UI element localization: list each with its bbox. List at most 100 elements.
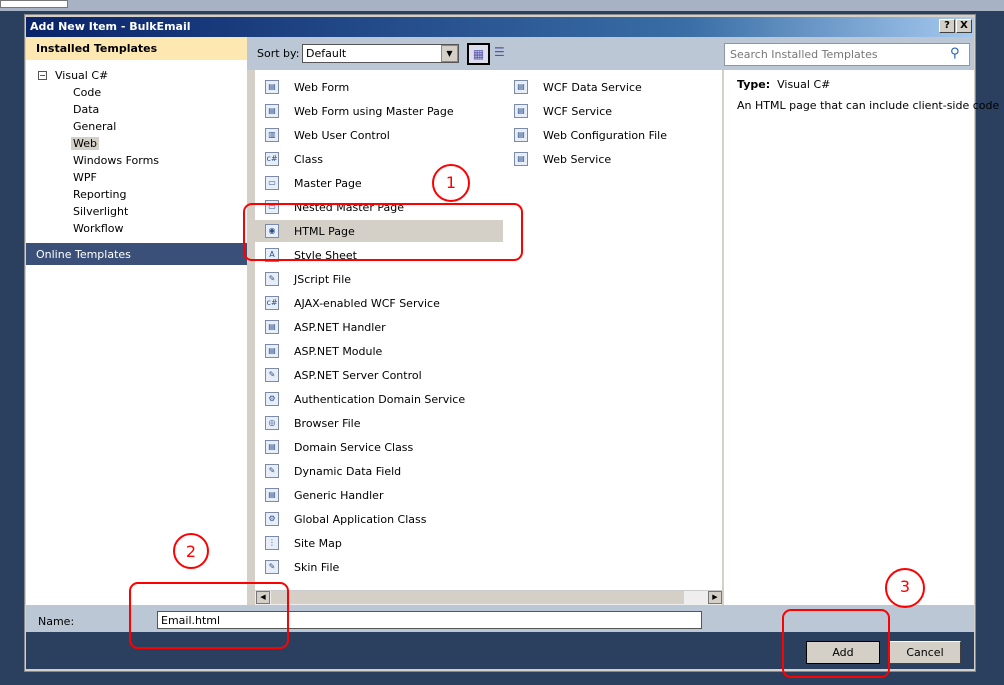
template-label: Browser File (294, 416, 361, 430)
template-item[interactable]: ▤ ASP.NET Handler (255, 316, 503, 338)
template-icon: ▥ (265, 128, 279, 142)
template-item[interactable]: ✎ ASP.NET Server Control (255, 364, 503, 386)
annotation-2: 2 (173, 533, 209, 569)
tree-item[interactable]: Reporting (73, 188, 126, 201)
annotation-1: 1 (432, 164, 470, 202)
installed-templates-header[interactable]: Installed Templates (26, 37, 247, 60)
template-label: Class (294, 152, 323, 166)
sort-label: Sort by: (257, 47, 300, 60)
sort-select[interactable]: Default (302, 44, 459, 63)
template-icon: ▤ (514, 104, 528, 118)
template-icon: ⋮ (265, 536, 279, 550)
collapse-toggle[interactable]: − (38, 71, 47, 80)
template-item[interactable]: ⚙ Global Application Class (255, 508, 503, 530)
template-label: Global Application Class (294, 512, 427, 526)
template-item[interactable]: ✎ Skin File (255, 556, 503, 578)
template-label: Web User Control (294, 128, 390, 142)
template-icon: ▭ (265, 176, 279, 190)
template-item[interactable]: ▤ Web Configuration File (504, 124, 722, 146)
annotation-highlight-html-page (243, 203, 523, 261)
tree-item[interactable]: Web (71, 137, 99, 150)
template-description: An HTML page that can include client-sid… (737, 99, 1000, 112)
template-label: WCF Data Service (543, 80, 642, 94)
online-templates[interactable]: Online Templates (26, 243, 247, 265)
toolbar-combo[interactable] (0, 0, 68, 8)
template-icon: ▤ (265, 344, 279, 358)
template-icon: c# (265, 296, 279, 310)
tree-item[interactable]: Windows Forms (73, 154, 159, 167)
list-view-button[interactable]: ☰ (494, 45, 505, 59)
template-item[interactable]: ▤ Web Form using Master Page (255, 100, 503, 122)
template-label: Dynamic Data Field (294, 464, 402, 478)
template-label: AJAX-enabled WCF Service (294, 296, 440, 310)
tree-item[interactable]: Silverlight (73, 205, 128, 218)
tree-item[interactable]: Code (73, 86, 101, 99)
annotation-highlight-add (782, 609, 890, 678)
template-label: Web Service (543, 152, 612, 166)
template-label: Web Form using Master Page (294, 104, 454, 118)
template-item[interactable]: ▤ WCF Service (504, 100, 722, 122)
template-label: Authentication Domain Service (294, 392, 466, 406)
type-label: Type: (737, 78, 771, 91)
template-item[interactable]: ⋮ Site Map (255, 532, 503, 554)
template-item[interactable]: ◎ Browser File (255, 412, 503, 434)
template-icon: ⚙ (265, 392, 279, 406)
tree-item[interactable]: WPF (73, 171, 97, 184)
template-icon: ▤ (265, 488, 279, 502)
template-icon: ▤ (265, 80, 279, 94)
template-label: Site Map (294, 536, 342, 550)
template-label: WCF Service (543, 104, 613, 118)
template-tree (26, 60, 247, 605)
template-icon: ⚙ (265, 512, 279, 526)
template-item[interactable]: ▤ WCF Data Service (504, 76, 722, 98)
details-panel (724, 70, 974, 605)
template-item[interactable]: ✎ JScript File (255, 268, 503, 290)
search-input[interactable]: Search Installed Templates (724, 43, 970, 66)
tree-root-visual-csharp[interactable]: Visual C# (55, 69, 108, 82)
template-label: Web Configuration File (543, 128, 667, 142)
help-button[interactable]: ? (939, 19, 955, 33)
close-button[interactable]: X (956, 19, 972, 33)
template-item[interactable]: ✎ Dynamic Data Field (255, 460, 503, 482)
dialog-title: Add New Item - BulkEmail (30, 20, 191, 33)
tree-item[interactable]: Workflow (73, 222, 124, 235)
template-label: JScript File (294, 272, 352, 286)
template-item[interactable]: ▥ Web User Control (255, 124, 503, 146)
template-item[interactable]: c# AJAX-enabled WCF Service (255, 292, 503, 314)
template-item[interactable]: ⚙ Authentication Domain Service (255, 388, 503, 410)
template-item[interactable]: ▤ Generic Handler (255, 484, 503, 506)
medium-icons-view-button[interactable]: ▦ (467, 43, 490, 65)
template-icon: ✎ (265, 560, 279, 574)
template-icon: ✎ (265, 272, 279, 286)
type-value: Visual C# (777, 78, 831, 91)
scroll-right-icon[interactable]: ▶ (708, 591, 722, 604)
template-icon: ✎ (265, 368, 279, 382)
template-icon: ◎ (265, 416, 279, 430)
tree-item[interactable]: Data (73, 103, 99, 116)
template-item[interactable]: ▤ ASP.NET Module (255, 340, 503, 362)
template-icon: ▤ (514, 152, 528, 166)
annotation-3: 3 (885, 568, 925, 608)
template-label: Domain Service Class (294, 440, 414, 454)
template-label: ASP.NET Handler (294, 320, 386, 334)
scrollbar-thumb[interactable] (271, 591, 684, 604)
template-label: ASP.NET Module (294, 344, 383, 358)
search-icon[interactable]: ⚲ (950, 46, 960, 61)
template-icon: ▤ (265, 440, 279, 454)
template-item[interactable]: ▤ Web Service (504, 148, 722, 170)
template-item[interactable]: ▤ Domain Service Class (255, 436, 503, 458)
chevron-down-icon[interactable]: ▼ (441, 45, 458, 62)
template-icon: c# (265, 152, 279, 166)
annotation-highlight-name (129, 582, 289, 649)
template-item[interactable]: ▤ Web Form (255, 76, 503, 98)
name-label: Name: (38, 615, 75, 628)
template-label: Web Form (294, 80, 350, 94)
template-icon: ✎ (265, 464, 279, 478)
template-label: Skin File (294, 560, 340, 574)
template-item[interactable]: c# Class (255, 148, 503, 170)
cancel-button[interactable]: Cancel (889, 641, 961, 664)
template-label: Generic Handler (294, 488, 384, 502)
template-icon: ▤ (514, 128, 528, 142)
template-label: Master Page (294, 176, 362, 190)
tree-item[interactable]: General (73, 120, 116, 133)
